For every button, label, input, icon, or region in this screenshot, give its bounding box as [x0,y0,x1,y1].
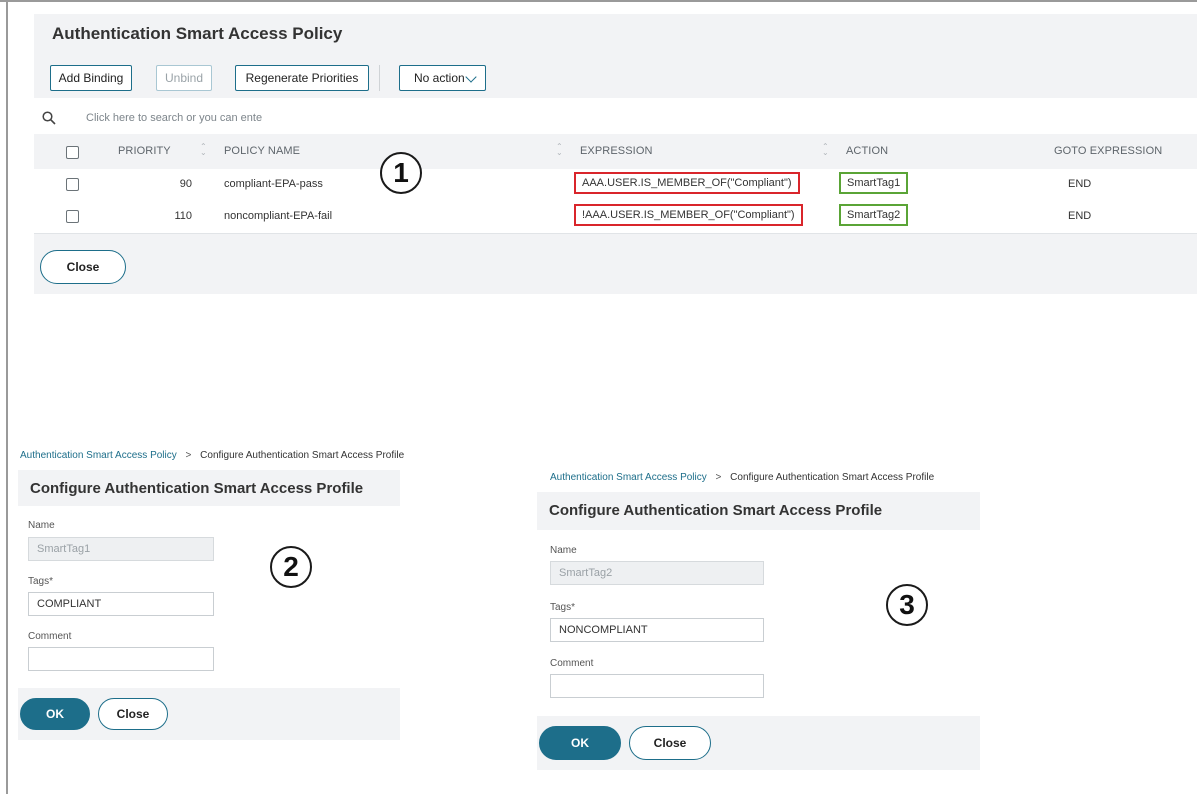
comment-label: Comment [550,658,594,669]
policy-panel-header: Authentication Smart Access Policy [34,14,1197,58]
sort-icon[interactable]: ⌃ ⌄ [822,143,829,157]
expression-cell: AAA.USER.IS_MEMBER_OF("Compliant") [574,172,800,194]
search-bar[interactable]: Click here to search or you can ente [34,104,1197,135]
goto-cell: END [1068,210,1092,222]
sort-icon[interactable]: ⌃ ⌄ [200,143,207,157]
search-input[interactable]: Click here to search or you can ente [86,112,262,124]
column-header-policy-name[interactable]: POLICY NAME [224,145,300,157]
priority-cell: 90 [179,178,192,190]
close-button[interactable]: Close [40,250,126,284]
column-header-action[interactable]: ACTION [846,145,888,157]
tags-field[interactable]: NONCOMPLIANT [550,618,764,642]
comment-field[interactable] [550,674,764,698]
expression-cell: !AAA.USER.IS_MEMBER_OF("Compliant") [574,204,803,226]
profile-title: Configure Authentication Smart Access Pr… [549,502,883,519]
action-select-value: No action [414,71,465,85]
sort-icon[interactable]: ⌃ ⌄ [556,143,563,157]
breadcrumb-separator: > [185,450,192,461]
breadcrumb: Authentication Smart Access Policy > Con… [20,450,404,461]
breadcrumb-current: Configure Authentication Smart Access Pr… [200,450,405,461]
search-icon [42,111,56,125]
ok-button[interactable]: OK [20,698,90,730]
close-button[interactable]: Close [629,726,711,760]
callout-marker: 3 [886,584,928,626]
policy-name-cell: noncompliant-EPA-fail [224,210,333,222]
policy-name-cell: compliant-EPA-pass [224,178,323,190]
profile-header: Configure Authentication Smart Access Pr… [18,470,400,506]
column-header-goto-expression[interactable]: GOTO EXPRESSION [1054,145,1162,157]
policy-panel-footer: Close [34,234,1197,294]
tags-label: Tags* [28,576,54,587]
table-row[interactable]: 90 compliant-EPA-pass AAA.USER.IS_MEMBER… [34,169,1197,202]
column-header-expression[interactable]: EXPRESSION [580,145,653,157]
page-title: Authentication Smart Access Policy [52,24,343,43]
goto-cell: END [1068,178,1092,190]
profile-footer: OK Close [537,716,980,770]
comment-label: Comment [28,631,72,642]
frame-left-border [6,0,8,794]
action-cell[interactable]: SmartTag2 [839,204,909,226]
action-cell[interactable]: SmartTag1 [839,172,909,194]
profile-header: Configure Authentication Smart Access Pr… [537,492,980,530]
breadcrumb-separator: > [715,472,722,483]
callout-marker: 2 [270,546,312,588]
select-all-checkbox[interactable] [66,146,79,159]
tags-field[interactable]: COMPLIANT [28,592,214,616]
name-field: SmartTag2 [550,561,764,585]
ok-button[interactable]: OK [539,726,621,760]
name-label: Name [550,545,577,556]
frame-top-border [0,0,1197,2]
column-header-priority[interactable]: PRIORITY [118,145,171,157]
table-row[interactable]: 110 noncompliant-EPA-fail !AAA.USER.IS_M… [34,201,1197,234]
profile-title: Configure Authentication Smart Access Pr… [30,480,364,497]
toolbar-divider [379,65,380,91]
comment-field[interactable] [28,647,214,671]
unbind-button[interactable]: Unbind [156,65,212,91]
name-label: Name [28,520,55,531]
profile-footer: OK Close [18,688,400,740]
callout-marker: 1 [380,152,422,194]
breadcrumb: Authentication Smart Access Policy > Con… [550,472,934,483]
breadcrumb-current: Configure Authentication Smart Access Pr… [730,472,935,483]
add-binding-button[interactable]: Add Binding [50,65,132,91]
breadcrumb-link[interactable]: Authentication Smart Access Policy [20,450,177,461]
table-header: PRIORITY ⌃ ⌄ POLICY NAME ⌃ ⌄ EXPRESSION ⌃ ⌄… [34,134,1197,170]
tags-label: Tags* [550,602,576,613]
row-checkbox[interactable] [66,178,79,191]
row-checkbox[interactable] [66,210,79,223]
breadcrumb-link[interactable]: Authentication Smart Access Policy [550,472,707,483]
chevron-down-icon [465,71,477,83]
close-button[interactable]: Close [98,698,168,730]
name-field: SmartTag1 [28,537,214,561]
policy-toolbar: Add Binding Unbind Regenerate Priorities… [34,58,1197,98]
action-select[interactable]: No action [399,65,486,91]
regenerate-priorities-button[interactable]: Regenerate Priorities [235,65,369,91]
priority-cell: 110 [174,210,192,222]
